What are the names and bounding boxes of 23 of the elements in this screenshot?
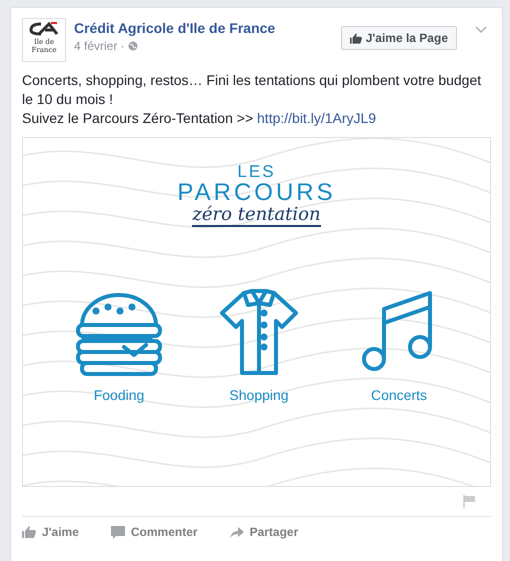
category-label: Fooding bbox=[94, 387, 144, 403]
category-label: Concerts bbox=[370, 387, 428, 403]
action-link[interactable]: J'aime bbox=[22, 525, 79, 539]
post-date: 4 février · bbox=[74, 39, 125, 53]
post-link[interactable]: http://bit.ly/1AryJL9 bbox=[257, 110, 376, 126]
flag-icon[interactable] bbox=[463, 495, 475, 508]
share-arrow-icon bbox=[230, 526, 244, 538]
post-text: Concerts, shopping, restos… Fini les tentations qui plombent votre budget le 10 du mois ! Suivez le Parcours Zéro-Tentation >> http://bit.ly/1AryJL9 bbox=[22, 71, 482, 128]
speech-bubble-icon bbox=[110, 526, 125, 538]
chevron-down-icon[interactable] bbox=[475, 26, 487, 34]
action-link[interactable]: Commenter bbox=[110, 525, 198, 539]
globe-icon bbox=[128, 41, 138, 51]
like-page-button[interactable]: J'aime la Page bbox=[340, 26, 457, 50]
page-name-link[interactable]: Crédit Agricole d'Ile de France bbox=[74, 20, 333, 36]
action-link[interactable]: Partager bbox=[230, 525, 298, 539]
title-script: zéro tentation bbox=[192, 205, 321, 227]
title-small: LES bbox=[237, 163, 276, 181]
thumbs-up-icon bbox=[22, 526, 36, 538]
post-image[interactable]: LES PARCOURS zéro tentation Fooding Shopping Concerts bbox=[22, 137, 491, 487]
thumbs-up-icon bbox=[350, 32, 362, 44]
title-big: PARCOURS bbox=[177, 181, 336, 205]
logo-mark-icon bbox=[29, 22, 59, 36]
category-label: Shopping bbox=[229, 387, 289, 403]
